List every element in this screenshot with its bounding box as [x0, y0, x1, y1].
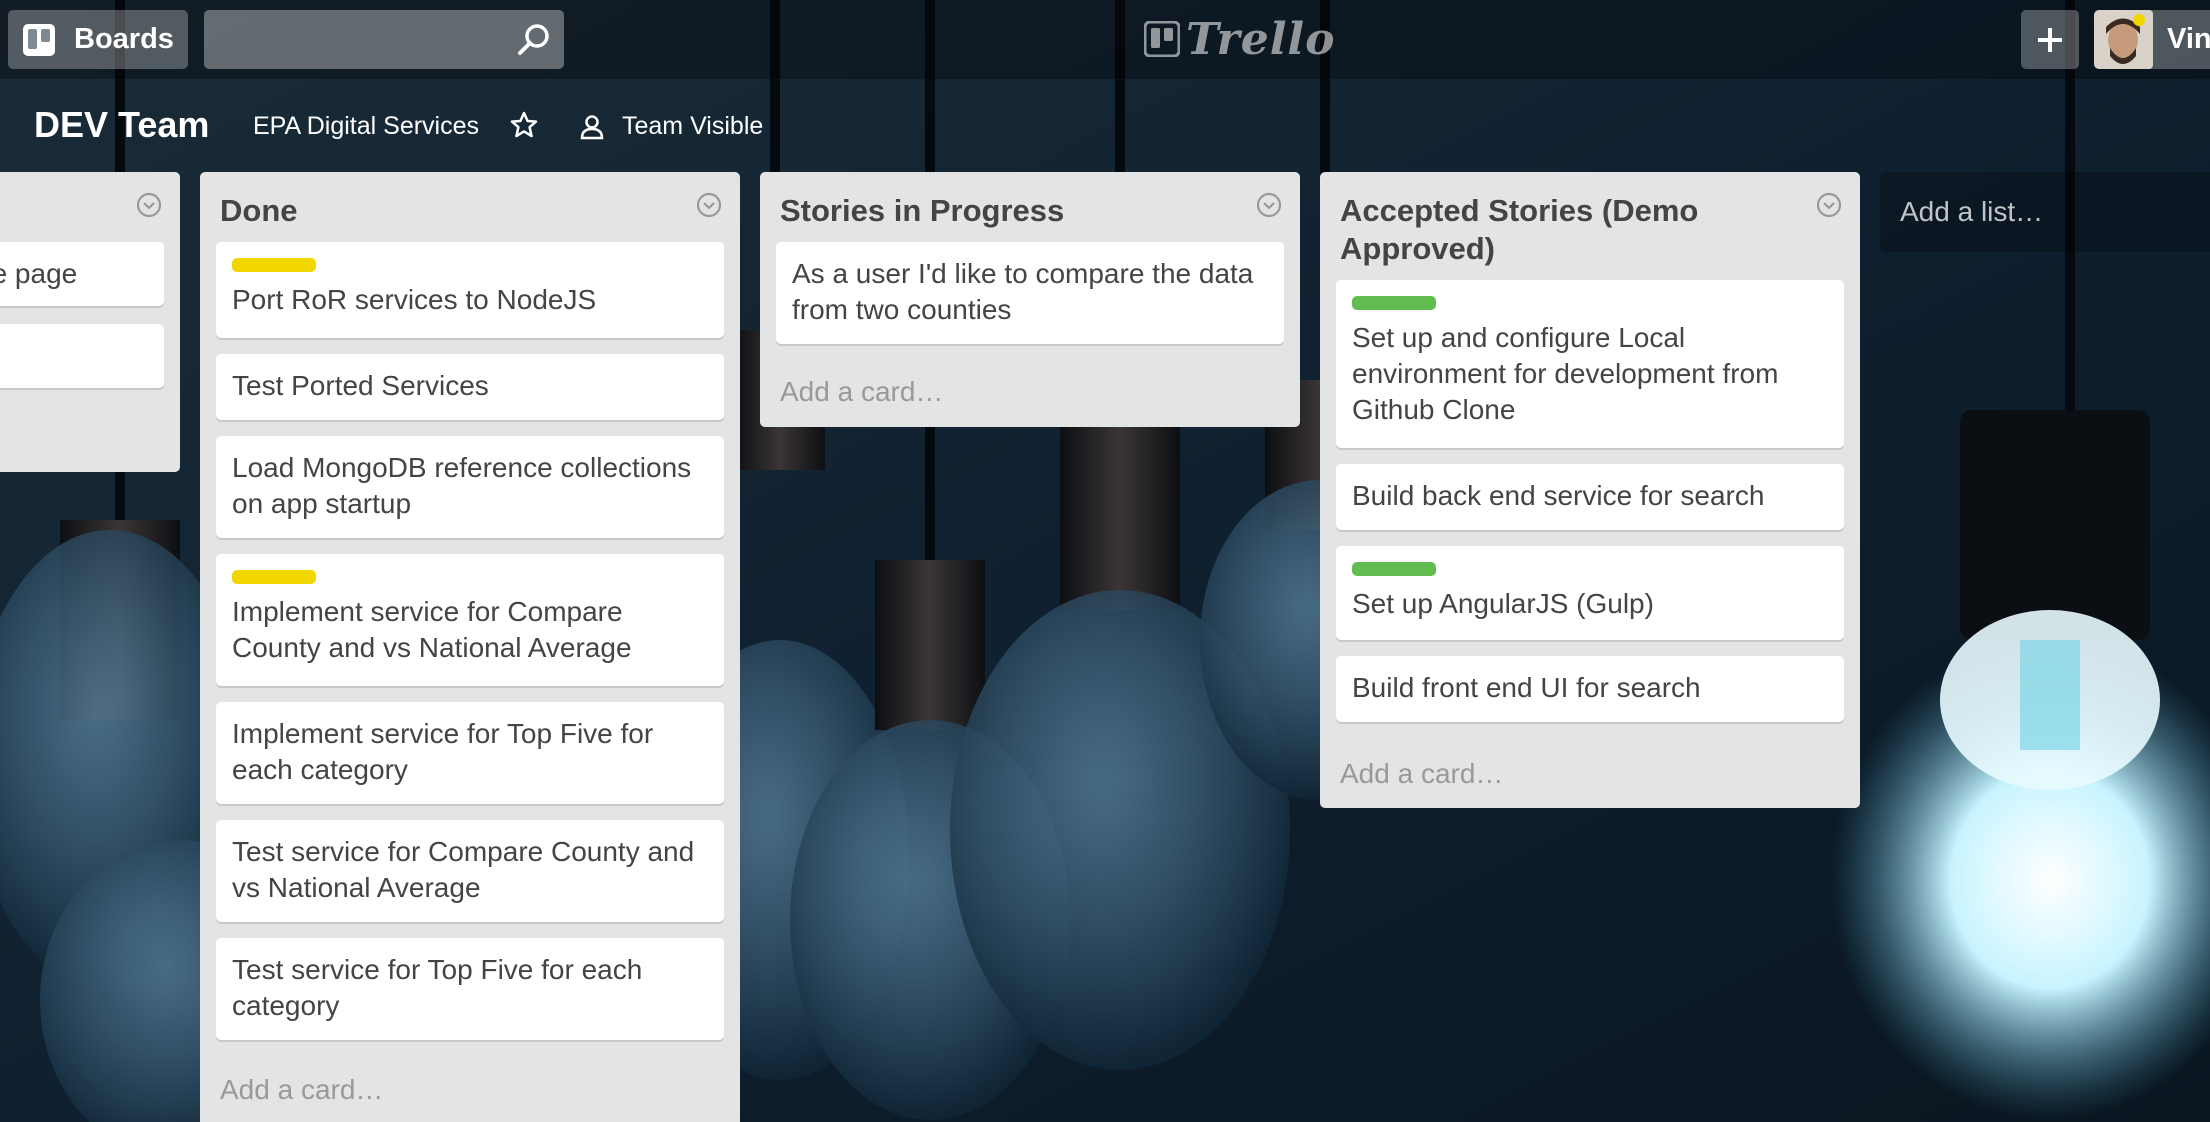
- card-text: Set up AngularJS (Gulp): [1352, 588, 1654, 619]
- list-accepted-stories: Accepted Stories (Demo Approved) Set up …: [1320, 172, 1860, 808]
- card[interactable]: [0, 324, 164, 388]
- card[interactable]: Build front end UI for search: [1336, 656, 1844, 722]
- trello-logo[interactable]: Trello: [1144, 13, 1336, 65]
- card[interactable]: Test Ported Services: [216, 354, 724, 420]
- board-visibility-label: Team Visible: [622, 112, 764, 140]
- card-text: Build back end service for search: [1352, 480, 1765, 511]
- member-menu-button[interactable]: Vin: [2094, 10, 2210, 69]
- add-card-link[interactable]: Add a card…: [1340, 758, 1503, 790]
- add-card-link[interactable]: Add a card…: [780, 376, 943, 408]
- board-organization[interactable]: EPA Digital Services: [253, 112, 479, 141]
- list-menu-icon[interactable]: [1814, 190, 1844, 220]
- list-menu-icon[interactable]: [1254, 190, 1284, 220]
- card[interactable]: Test service for Compare County and vs N…: [216, 820, 724, 922]
- list-partial: ne page: [0, 172, 180, 472]
- card-label-yellow: [232, 258, 316, 272]
- avatar: [2094, 10, 2153, 69]
- add-button[interactable]: [2021, 10, 2079, 69]
- boards-icon: [22, 23, 56, 57]
- card[interactable]: Port RoR services to NodeJS: [216, 242, 724, 338]
- trello-logo-text: Trello: [1186, 13, 1336, 65]
- card[interactable]: Set up AngularJS (Gulp): [1336, 546, 1844, 640]
- member-name: Vin: [2167, 23, 2210, 55]
- list-title[interactable]: Accepted Stories (Demo Approved): [1340, 192, 1800, 268]
- add-list-label: Add a list…: [1900, 196, 2044, 227]
- card[interactable]: Set up and configure Local environment f…: [1336, 280, 1844, 448]
- card-label-yellow: [232, 570, 316, 584]
- list-menu-icon[interactable]: [134, 190, 164, 220]
- card[interactable]: Load MongoDB reference collections on ap…: [216, 436, 724, 538]
- card[interactable]: Test service for Top Five for each categ…: [216, 938, 724, 1040]
- list-title[interactable]: Done: [220, 192, 680, 230]
- card-text: Test Ported Services: [232, 370, 489, 401]
- team-icon: [580, 114, 604, 139]
- search-box[interactable]: [204, 10, 564, 69]
- search-icon[interactable]: [514, 20, 554, 60]
- card-text: Implement service for Top Five for each …: [232, 718, 654, 785]
- plus-icon: [2038, 27, 2062, 52]
- card-text: Port RoR services to NodeJS: [232, 284, 597, 315]
- card-text: Test service for Compare County and vs N…: [232, 836, 695, 903]
- trello-logo-icon: [1144, 21, 1180, 57]
- card[interactable]: Build back end service for search: [1336, 464, 1844, 530]
- star-icon[interactable]: [509, 110, 539, 140]
- card[interactable]: ne page: [0, 242, 164, 306]
- card[interactable]: Implement service for Compare County and…: [216, 554, 724, 686]
- list-stories-in-progress: Stories in Progress As a user I'd like t…: [760, 172, 1300, 427]
- card-text: ne page: [0, 258, 78, 289]
- card-text: Test service for Top Five for each categ…: [232, 954, 643, 1021]
- boards-label: Boards: [74, 23, 174, 55]
- add-card-link[interactable]: Add a card…: [220, 1074, 383, 1106]
- card-label-green: [1352, 562, 1436, 576]
- list-title[interactable]: Stories in Progress: [780, 192, 1240, 230]
- top-header: Boards Trello Vin: [0, 0, 2210, 79]
- card-text: Load MongoDB reference collections on ap…: [232, 452, 692, 519]
- card[interactable]: As a user I'd like to compare the data f…: [776, 242, 1284, 344]
- list-menu-icon[interactable]: [694, 190, 724, 220]
- board-title[interactable]: DEV Team: [34, 104, 209, 146]
- card-text: Implement service for Compare County and…: [232, 596, 632, 663]
- card-text: Set up and configure Local environment f…: [1352, 322, 1779, 425]
- card-text: Build front end UI for search: [1352, 672, 1701, 703]
- card-label-green: [1352, 296, 1436, 310]
- add-list-button[interactable]: Add a list…: [1880, 172, 2210, 252]
- list-done: Done Port RoR services to NodeJS Test Po…: [200, 172, 740, 1122]
- boards-button[interactable]: Boards: [8, 10, 188, 69]
- board-visibility-button[interactable]: Team Visible: [578, 112, 763, 141]
- search-input[interactable]: [204, 10, 510, 69]
- card-text: As a user I'd like to compare the data f…: [792, 258, 1254, 325]
- card[interactable]: Implement service for Top Five for each …: [216, 702, 724, 804]
